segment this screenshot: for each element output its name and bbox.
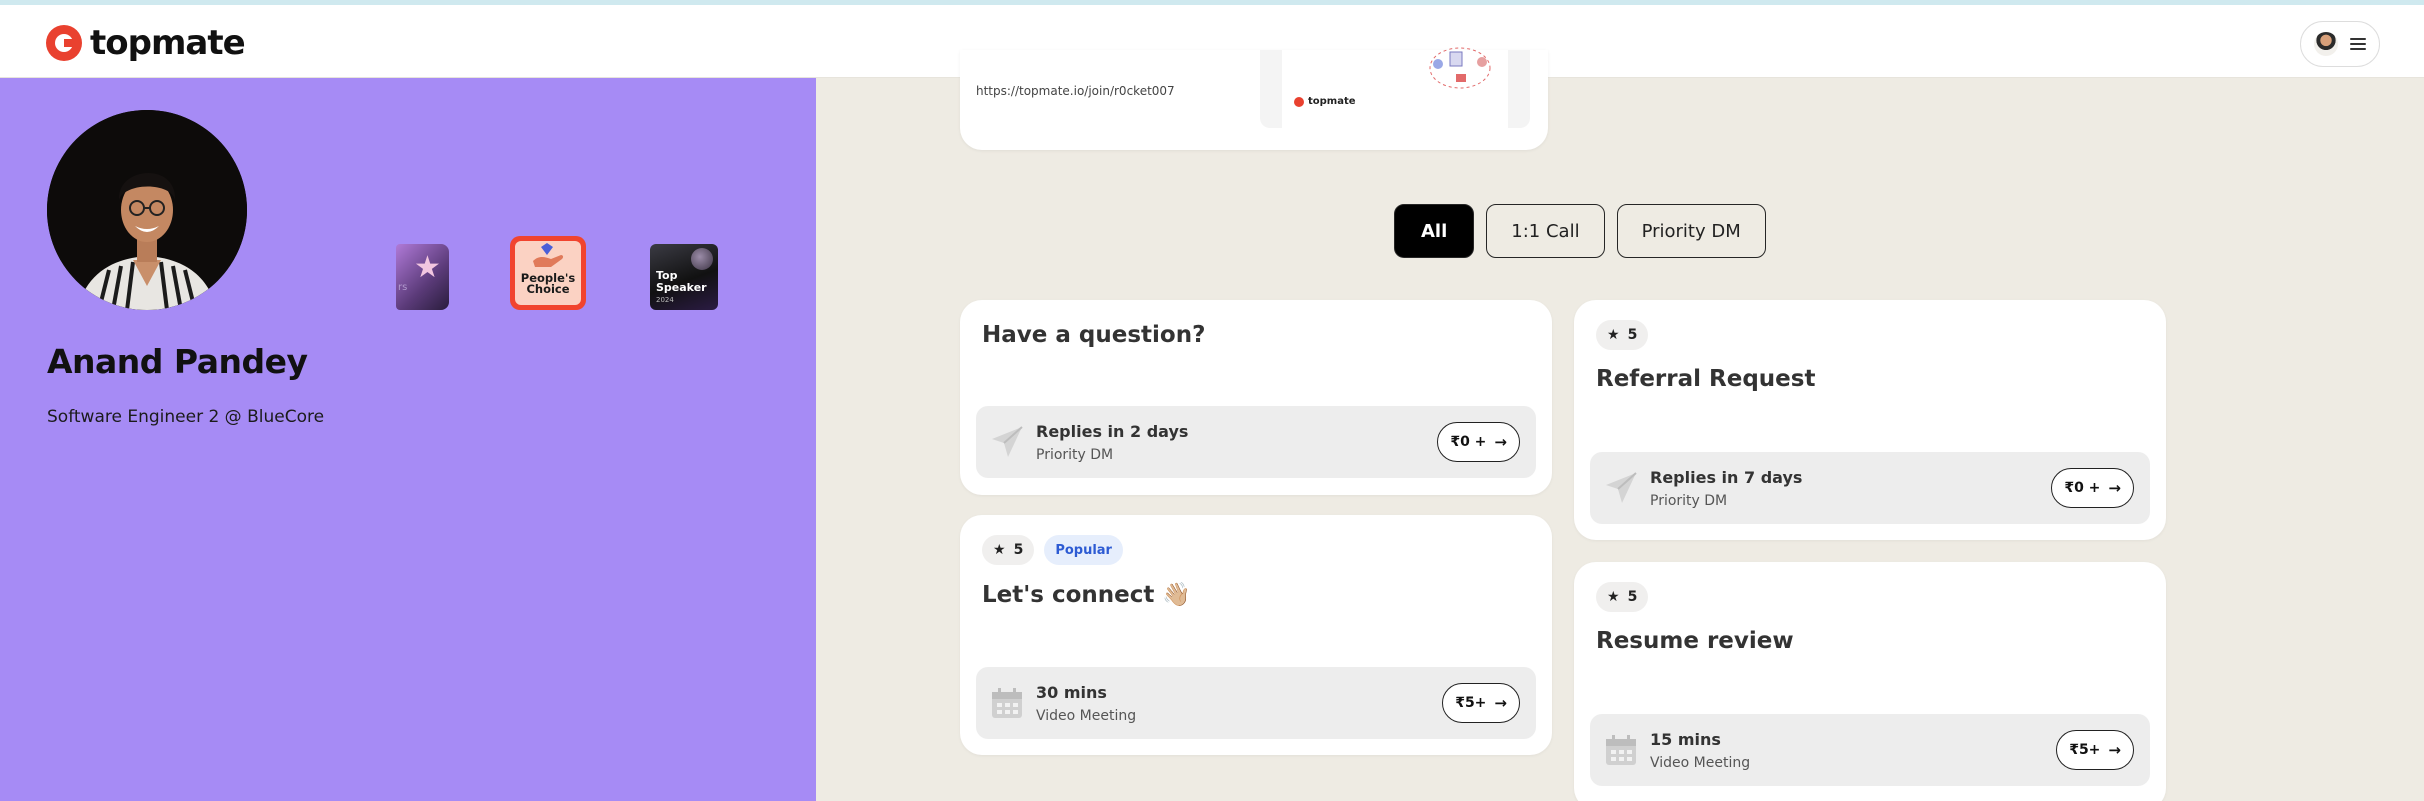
badge-partial[interactable]: ★ rs	[396, 244, 449, 310]
star-icon: ★	[1607, 327, 1620, 343]
filter-all[interactable]: All	[1394, 204, 1475, 258]
badge-label: Top Speaker	[656, 269, 707, 294]
service-card-resume[interactable]: ★ 5 Resume review 15 mins Video Meeting …	[1574, 562, 2166, 801]
filter-priority-dm[interactable]: Priority DM	[1616, 204, 1766, 258]
service-type: Video Meeting	[1650, 755, 1751, 771]
badge-peoples-choice[interactable]: People's Choice	[510, 236, 586, 310]
price-button[interactable]: ₹5+ →	[1442, 683, 1520, 723]
profile-sidebar: ★ rs People's Choice Top Speaker 2024 An…	[0, 78, 816, 801]
arrow-right-icon: →	[2108, 479, 2121, 497]
star-icon: ★	[414, 250, 441, 285]
service-card-referral[interactable]: ★ 5 Referral Request Replies in 7 days P…	[1574, 300, 2166, 540]
preview-illustration	[1429, 47, 1491, 89]
badge-top-speaker[interactable]: Top Speaker 2024	[650, 244, 718, 310]
share-url[interactable]: https://topmate.io/join/r0cket007	[976, 84, 1175, 98]
service-footer: Replies in 2 days Priority DM ₹0 + →	[976, 406, 1536, 478]
badge-year: 2024	[656, 296, 674, 304]
arrow-right-icon: →	[2108, 741, 2121, 759]
service-title: Referral Request	[1596, 366, 1816, 392]
badge-label: People's Choice	[520, 271, 576, 296]
profile-headline: Software Engineer 2 @ BlueCore	[47, 407, 325, 427]
star-icon: ★	[993, 542, 1006, 558]
price-button[interactable]: ₹0 + →	[2051, 468, 2134, 508]
price-button[interactable]: ₹5+ →	[2056, 730, 2134, 770]
service-tags: ★ 5	[1596, 320, 1649, 350]
service-meta: 15 mins	[1650, 730, 1721, 749]
service-card-connect[interactable]: ★ 5 Popular Let's connect 👋🏼 30 mins Vid…	[960, 515, 1552, 755]
hand-heart-icon	[533, 243, 564, 267]
price-button[interactable]: ₹0 + →	[1437, 422, 1520, 462]
share-preview: topmate	[1260, 47, 1530, 128]
service-type: Video Meeting	[1036, 708, 1137, 724]
service-meta: Replies in 7 days	[1650, 468, 1803, 487]
topmate-logo-icon	[1294, 96, 1304, 107]
service-title: Have a question?	[982, 322, 1206, 348]
service-type: Priority DM	[1036, 447, 1114, 463]
service-tags: ★ 5 Popular	[982, 535, 1123, 565]
service-footer: 15 mins Video Meeting ₹5+ →	[1590, 714, 2150, 786]
speaker-bubble-icon	[691, 248, 713, 270]
calendar-icon	[992, 688, 1022, 718]
paper-plane-icon	[1606, 472, 1637, 503]
hamburger-menu-icon	[2350, 38, 2366, 50]
user-avatar-small	[2314, 32, 2338, 56]
profile-photo-illustration	[47, 110, 247, 310]
service-footer: 30 mins Video Meeting ₹5+ →	[976, 667, 1536, 739]
service-footer: Replies in 7 days Priority DM ₹0 + →	[1590, 452, 2150, 524]
arrow-right-icon: →	[1494, 694, 1507, 712]
service-type: Priority DM	[1650, 493, 1728, 509]
preview-logo: topmate	[1294, 96, 1356, 107]
brand-logo[interactable]: topmate	[46, 23, 246, 63]
filter-1-1-call[interactable]: 1:1 Call	[1486, 204, 1605, 258]
service-meta: 30 mins	[1036, 683, 1107, 702]
profile-avatar	[47, 110, 247, 310]
rating-badge: ★ 5	[1596, 320, 1649, 350]
rating-badge: ★ 5	[1596, 582, 1649, 612]
arrow-right-icon: →	[1494, 433, 1507, 451]
topmate-logo-icon	[46, 25, 82, 61]
star-icon: ★	[1607, 589, 1620, 605]
service-card-question[interactable]: Have a question? Replies in 2 days Prior…	[960, 300, 1552, 495]
account-menu-button[interactable]	[2300, 21, 2380, 67]
service-title: Resume review	[1596, 628, 1794, 654]
service-filter-tabs: All 1:1 Call Priority DM	[1394, 204, 1766, 258]
profile-name: Anand Pandey	[47, 342, 308, 381]
paper-plane-icon	[992, 426, 1023, 457]
service-title: Let's connect 👋🏼	[982, 582, 1192, 608]
share-card: https://topmate.io/join/r0cket007 topmat…	[960, 47, 1548, 150]
calendar-icon	[1606, 735, 1636, 765]
logo-text: topmate	[90, 23, 246, 63]
rating-badge: ★ 5	[982, 535, 1035, 565]
service-meta: Replies in 2 days	[1036, 422, 1189, 441]
popular-badge: Popular	[1044, 535, 1123, 565]
service-tags: ★ 5	[1596, 582, 1649, 612]
